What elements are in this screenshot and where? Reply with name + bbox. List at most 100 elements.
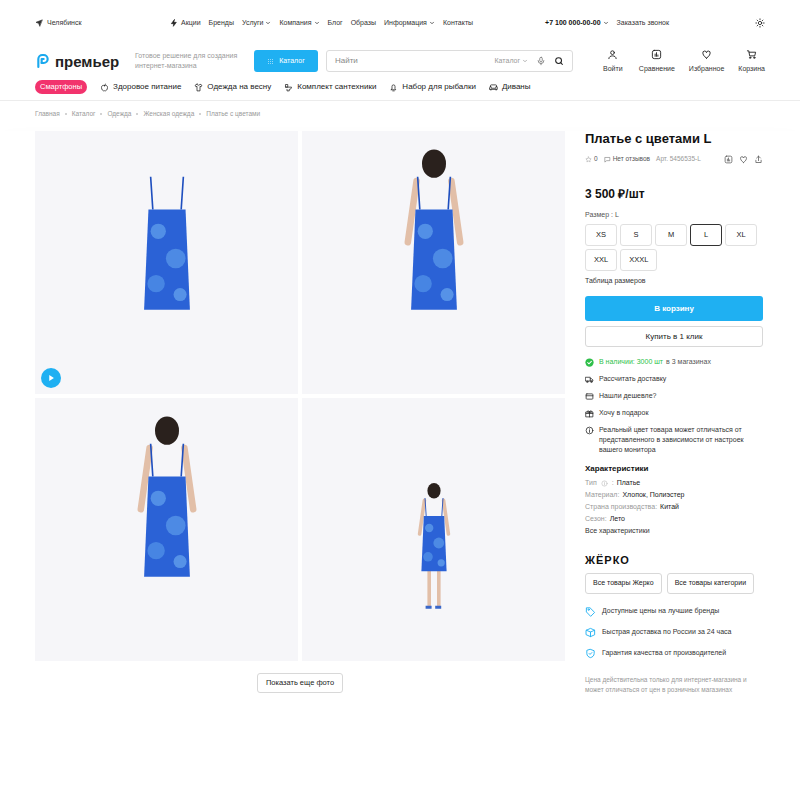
header-action[interactable]: Избранное <box>689 49 724 75</box>
category-label: Диваны <box>502 81 531 93</box>
brand-logo[interactable]: ЖЁРКО <box>585 554 763 566</box>
category-label: Набор для рыбалки <box>402 81 476 93</box>
size-option[interactable]: XXXL <box>620 249 657 271</box>
nav-link[interactable]: Компания <box>279 18 319 29</box>
brand-button[interactable]: Все товары Жерко <box>585 573 662 594</box>
add-to-cart-button[interactable]: В корзину <box>585 296 763 321</box>
size-options: XSSMLXL XXLXXXL <box>585 224 763 271</box>
size-option[interactable]: M <box>655 224 687 246</box>
toilet-icon <box>284 83 293 92</box>
comment-icon <box>604 156 611 163</box>
header-action[interactable]: Корзина <box>738 49 765 75</box>
size-option[interactable]: XS <box>585 224 617 246</box>
info-icon <box>601 480 608 487</box>
product-link-label: Рассчитать доставку <box>599 374 666 384</box>
price-note: Цена действительна только для интернет-м… <box>585 675 763 695</box>
reviews-link[interactable]: Нет отзывов <box>613 154 650 164</box>
spec-value: Лето <box>610 513 625 525</box>
one-click-button[interactable]: Купить в 1 клик <box>585 326 763 347</box>
nav-link[interactable]: Услуги <box>242 18 272 29</box>
city-selector[interactable]: Челябинск <box>35 18 170 29</box>
catalog-button-label: Каталог <box>279 56 304 67</box>
size-option[interactable]: XXL <box>585 249 617 271</box>
advantage: Доступные цены на лучшие бренды <box>585 604 763 618</box>
search-input[interactable] <box>335 55 495 67</box>
spec-value: Китай <box>660 501 679 513</box>
spec-name: Сезон <box>585 513 605 525</box>
category-link[interactable]: Набор для рыбалки <box>389 81 476 93</box>
nav-link[interactable]: Контакты <box>443 18 473 29</box>
share-icon[interactable] <box>754 155 763 164</box>
size-table-link[interactable]: Таблица размеров <box>585 276 763 286</box>
chevron-down-icon <box>522 58 528 64</box>
nav-label: Образы <box>351 18 376 29</box>
product-photo[interactable] <box>302 398 565 661</box>
size-option[interactable]: XL <box>725 224 757 246</box>
card-icon <box>585 392 594 401</box>
catalog-button[interactable]: Каталог <box>254 50 318 72</box>
category-link[interactable]: Комплект сантехники <box>284 81 376 93</box>
heart-icon <box>701 49 712 60</box>
nav-link[interactable]: Информация <box>384 18 435 29</box>
category-bar: Смартфоны Здоровое питание Одежда на весну… <box>0 79 800 101</box>
product-link[interactable]: Нашли дешевле? <box>585 391 763 401</box>
product-link[interactable]: Рассчитать доставку <box>585 374 763 384</box>
nav-link[interactable]: Блог <box>328 18 343 29</box>
breadcrumb[interactable]: Платье с цветами <box>206 109 260 119</box>
category-link[interactable]: Здоровое питание <box>100 81 181 93</box>
search-scope[interactable]: Каталог <box>495 56 520 67</box>
header-action[interactable]: Сравнение <box>639 49 675 75</box>
apple-icon <box>100 83 109 92</box>
compare-icon[interactable] <box>724 155 733 164</box>
category-link[interactable]: Диваны <box>489 81 531 93</box>
chevron-down-icon <box>265 20 271 26</box>
advantage: Гарантия качества от производителей <box>585 646 763 660</box>
mic-icon <box>536 56 546 66</box>
product-title: Платье с цветами L <box>585 131 763 147</box>
phone[interactable]: +7 100 000-00-00 <box>545 18 600 29</box>
spec-value: Платье <box>617 477 641 489</box>
all-specs-link[interactable]: Все характеристики <box>585 525 763 537</box>
advantages: Доступные цены на лучшие бренды Быстрая д… <box>585 604 763 660</box>
spec-row: Тип:Платье <box>585 477 763 489</box>
nav-link[interactable]: Акции <box>170 18 201 29</box>
header-action[interactable]: Войти <box>601 49 625 75</box>
nav-label: Компания <box>279 18 311 29</box>
category-badge[interactable]: Смартфоны <box>35 80 87 93</box>
breadcrumb[interactable]: Женская одежда <box>143 109 194 119</box>
play-icon[interactable] <box>41 368 61 388</box>
category-label: Здоровое питание <box>113 81 181 93</box>
heart-icon[interactable] <box>739 155 748 164</box>
product-link[interactable]: Хочу в подарок <box>585 408 763 418</box>
contacts: +7 100 000-00-00 Заказать звонок <box>545 18 765 29</box>
callback-link[interactable]: Заказать звонок <box>617 18 669 29</box>
spec-value: Хлопок, Полиэстер <box>622 489 684 501</box>
category-link[interactable]: Одежда на весну <box>194 81 271 93</box>
nav-link[interactable]: Образы <box>351 18 376 29</box>
size-option[interactable]: S <box>620 224 652 246</box>
photo-image <box>107 411 227 661</box>
logo[interactable]: премьер <box>35 53 135 69</box>
size-option[interactable]: L <box>690 224 722 246</box>
breadcrumb[interactable]: Каталог <box>72 109 96 119</box>
photo-grid <box>35 131 565 661</box>
breadcrumb[interactable]: Одежда <box>107 109 131 119</box>
breadcrumb[interactable]: Главная <box>35 109 60 119</box>
spec-colon: : <box>655 501 657 513</box>
user-icon <box>607 49 618 60</box>
product-photo[interactable] <box>35 398 298 661</box>
spec-name: Тип <box>585 477 597 489</box>
photo-image <box>404 471 464 661</box>
top-nav: Акции Бренды Услуги Компания Блог Образы Инфор… <box>170 18 473 29</box>
price: 3 500 ₽/шт <box>585 186 763 202</box>
product-photo[interactable] <box>35 131 298 394</box>
brand-button[interactable]: Все товары категории <box>667 573 754 594</box>
spec-colon: : <box>612 477 614 489</box>
stock-where: в 3 магазинах <box>666 358 711 365</box>
more-photos-button[interactable]: Показать еще фото <box>257 673 343 693</box>
spec-name: Материал <box>585 489 617 501</box>
advantage: Быстрая доставка по России за 24 часа <box>585 625 763 639</box>
nav-link[interactable]: Бренды <box>209 18 234 29</box>
product-photo[interactable] <box>302 131 565 394</box>
shield-icon <box>585 648 596 659</box>
